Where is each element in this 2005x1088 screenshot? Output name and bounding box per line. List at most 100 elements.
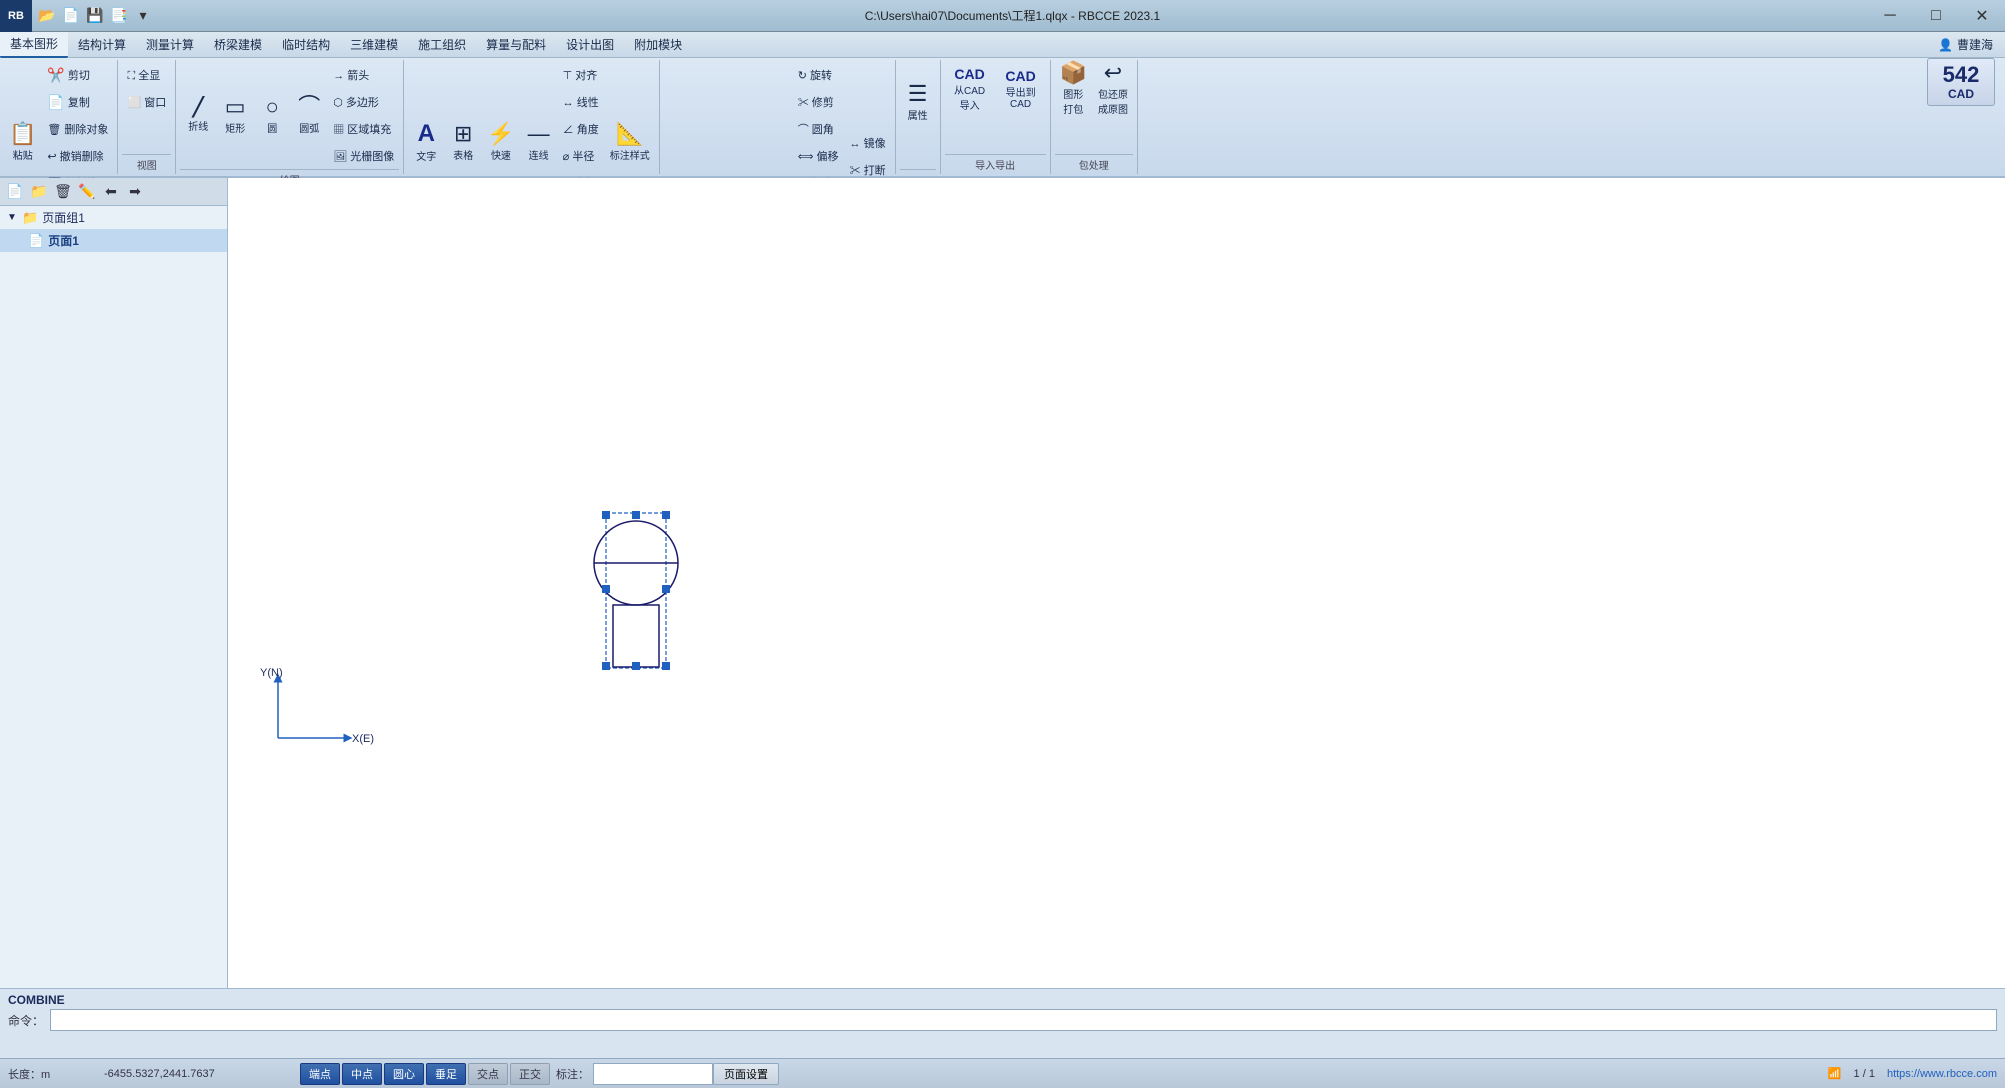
coord-info: -6455.5327,2441.7637: [104, 1068, 284, 1080]
saveas-button[interactable]: 📑: [108, 5, 130, 27]
mirror-button[interactable]: ↔ 镜像: [845, 130, 891, 156]
handle-tr: [662, 511, 670, 519]
align-left-button[interactable]: ⬅: [100, 181, 122, 203]
new-group-button[interactable]: 📁: [28, 181, 50, 203]
align-dim-button[interactable]: ⊤ 对齐: [558, 62, 604, 88]
new-button[interactable]: 📄: [60, 5, 82, 27]
page-icon: 📄: [28, 233, 44, 249]
website-link[interactable]: https://www.rbcce.com: [1887, 1068, 1997, 1080]
polygon-button[interactable]: ⬡ 多边形: [328, 89, 399, 115]
handle-tl: [602, 511, 610, 519]
open-button[interactable]: 📂: [36, 5, 58, 27]
circle-button[interactable]: ○ 圆: [254, 89, 290, 143]
svg-text:Y(N): Y(N): [260, 667, 283, 679]
linear-dim-button[interactable]: ↔ 线性: [558, 89, 604, 115]
menu-measure-calc[interactable]: 测量计算: [136, 32, 204, 58]
view-group: ⛶ 全显 ⬜ 窗口 视图: [118, 60, 176, 174]
command-input[interactable]: [50, 1009, 1997, 1031]
copy-button[interactable]: 📄复制: [42, 89, 113, 115]
window-button[interactable]: ⬜ 窗口: [122, 89, 171, 115]
rectangle-shape: [613, 605, 659, 667]
user-icon: 👤: [1938, 38, 1953, 52]
delete-object-button[interactable]: 🗑 删除对象: [42, 116, 113, 142]
page-info: 1 / 1: [1854, 1068, 1875, 1080]
paste-button[interactable]: 📋 粘贴: [4, 103, 41, 183]
table-button[interactable]: ⊞ 表格: [445, 116, 481, 170]
radius-dim-button[interactable]: ⌀ 半径: [558, 143, 604, 169]
save-button[interactable]: 💾: [84, 5, 106, 27]
fill-button[interactable]: ▦ 区域填充: [328, 116, 399, 142]
handle-mr: [662, 585, 670, 593]
arc-button[interactable]: ⌒ 圆弧: [291, 89, 327, 143]
delete-page-button[interactable]: 🗑: [52, 181, 74, 203]
view-label: 视图: [122, 154, 171, 172]
clipboard-group: 📋 粘贴 ✂️剪切 📄复制 🗑 删除对象 ↩ 撤销删除 🖼 复制位图 🖱 拖动 …: [0, 60, 118, 174]
properties-button[interactable]: ☰ 属性: [900, 62, 936, 142]
command-prompt: 命令：: [8, 1012, 44, 1029]
annotation-input[interactable]: [593, 1063, 713, 1085]
titlebar: RB 📂 📄 💾 📑 ▾ C:\Users\hai07\Documents\工程…: [0, 0, 2005, 32]
new-page-button[interactable]: 📄: [4, 181, 26, 203]
undo-delete-button[interactable]: ↩ 撤销删除: [42, 143, 113, 169]
restore-button[interactable]: □: [1913, 0, 1959, 32]
snap-endpoint-button[interactable]: 端点: [300, 1063, 340, 1085]
canvas-area[interactable]: Y(N) X(E): [228, 178, 2005, 988]
tree-group-1[interactable]: ▼ 📁 页面组1: [0, 206, 227, 229]
menu-design-output[interactable]: 设计出图: [556, 32, 624, 58]
page-label: 页面1: [48, 232, 79, 249]
modify-group: ⊕ 复制 ✛ 移动 ⋮⋮ 阵列 ↻ 旋转 ✂ 修剪 ⌒ 圆角 ⟺ 偏移 ▦ 组合: [660, 60, 896, 174]
rotate-button[interactable]: ↻ 旋转: [793, 62, 844, 88]
minimize-button[interactable]: ─: [1867, 0, 1913, 32]
trim-button[interactable]: ✂ 修剪: [793, 89, 844, 115]
align-right-button[interactable]: ➡: [124, 181, 146, 203]
dropdown-button[interactable]: ▾: [132, 5, 154, 27]
user-info: 👤 曹建海: [1938, 36, 2005, 53]
handle-ml: [602, 585, 610, 593]
connect-button[interactable]: — 连线: [521, 116, 557, 170]
importexport-group: CAD 从CAD 导入 CAD 导出到 CAD 导入导出: [941, 60, 1051, 174]
annotation-label: 标注：: [556, 1066, 589, 1082]
snap-midpoint-button[interactable]: 中点: [342, 1063, 382, 1085]
snap-center-button[interactable]: 圆心: [384, 1063, 424, 1085]
handle-bm: [632, 662, 640, 670]
menu-quantity[interactable]: 算量与配料: [476, 32, 556, 58]
offset-button[interactable]: ⟺ 偏移: [793, 143, 844, 169]
sidebar: 📄 📁 🗑 ✏️ ⬅ ➡ ▼ 📁 页面组1 📄 页面1: [0, 178, 228, 988]
tree-page-1[interactable]: 📄 页面1: [0, 229, 227, 252]
text-button[interactable]: A 文字: [408, 116, 444, 170]
menu-3d-model[interactable]: 三维建模: [340, 32, 408, 58]
arrow-button[interactable]: → 箭头: [328, 62, 399, 88]
snap-ortho-button[interactable]: 正交: [510, 1063, 550, 1085]
package-button[interactable]: 📦 图形打包: [1055, 62, 1092, 116]
cad-badge-area: 542 CAD: [1927, 58, 1995, 106]
rename-button[interactable]: ✏️: [76, 181, 98, 203]
fillet-button[interactable]: ⌒ 圆角: [793, 116, 844, 142]
angle-dim-button[interactable]: ∠ 角度: [558, 116, 604, 142]
page-setting-button[interactable]: 页面设置: [713, 1063, 779, 1085]
length-info: 长度：m: [8, 1066, 88, 1082]
export-cad-button[interactable]: CAD 导出到 CAD: [996, 64, 1046, 114]
menu-addons[interactable]: 附加模块: [624, 32, 692, 58]
menu-bridge-model[interactable]: 桥梁建模: [204, 32, 272, 58]
menu-construction[interactable]: 施工组织: [408, 32, 476, 58]
quick-access-toolbar: 📂 📄 💾 📑 ▾: [32, 5, 158, 27]
cut-button[interactable]: ✂️剪切: [42, 62, 113, 88]
snap-intersect-button[interactable]: 交点: [468, 1063, 508, 1085]
menu-structural-calc[interactable]: 结构计算: [68, 32, 136, 58]
window-title: C:\Users\hai07\Documents\工程1.qlqx - RBCC…: [158, 7, 1867, 24]
fullview-button[interactable]: ⛶ 全显: [122, 62, 171, 88]
close-button[interactable]: ✕: [1959, 0, 2005, 32]
menu-temp-structure[interactable]: 临时结构: [272, 32, 340, 58]
menu-basic-shapes[interactable]: 基本图形: [0, 32, 68, 58]
quick-button[interactable]: ⚡ 快速: [482, 116, 519, 170]
dim-style-button[interactable]: 📐 标注样式: [605, 116, 655, 170]
sidebar-toolbar: 📄 📁 🗑 ✏️ ⬅ ➡: [0, 178, 227, 206]
rectangle-button[interactable]: ▭ 矩形: [217, 89, 253, 143]
polyline-button[interactable]: ╱ 折线: [180, 89, 216, 143]
raster-button[interactable]: 🖼 光栅图像: [328, 143, 399, 169]
cad-count-badge: 542 CAD: [1927, 58, 1995, 106]
import-cad-button[interactable]: CAD 从CAD 导入: [945, 62, 995, 116]
snap-perp-button[interactable]: 垂足: [426, 1063, 466, 1085]
unpackage-button[interactable]: ↩ 包还原成原图: [1093, 62, 1133, 116]
right-info: 📶 1 / 1 https://www.rbcce.com: [1828, 1067, 1997, 1080]
